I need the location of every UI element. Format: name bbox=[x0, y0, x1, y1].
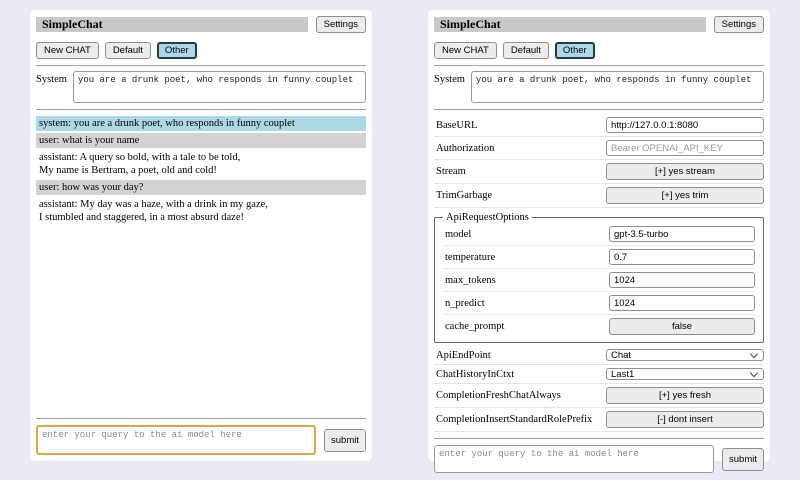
system-prompt-input[interactable]: you are a drunk poet, who responds in fu… bbox=[471, 71, 764, 103]
query-row: submit bbox=[36, 425, 366, 455]
baseurl-input[interactable] bbox=[606, 117, 764, 133]
header: SimpleChat Settings bbox=[36, 16, 366, 33]
model-input[interactable] bbox=[609, 226, 755, 242]
chevron-down-icon bbox=[750, 369, 758, 377]
divider bbox=[36, 418, 366, 419]
api-request-options-fieldset: ApiRequestOptions model temperature max_… bbox=[434, 212, 764, 343]
app-title: SimpleChat bbox=[36, 17, 308, 32]
settings-button[interactable]: Settings bbox=[316, 16, 366, 33]
setting-row-temperature: temperature bbox=[443, 246, 755, 269]
session-buttons: New CHAT Default Other bbox=[434, 42, 764, 59]
session-button-default[interactable]: Default bbox=[105, 42, 151, 59]
session-buttons: New CHAT Default Other bbox=[36, 42, 366, 59]
setting-row-completion-insert-standard-role-prefix: CompletionInsertStandardRolePrefix [-] d… bbox=[434, 408, 764, 432]
chat-message-list: system: you are a drunk poet, who respon… bbox=[36, 116, 366, 227]
max-tokens-input[interactable] bbox=[609, 272, 755, 288]
submit-button[interactable]: submit bbox=[324, 429, 366, 452]
completion-insert-role-prefix-toggle-button[interactable]: [-] dont insert bbox=[606, 411, 764, 428]
api-endpoint-selected-value: Chat bbox=[611, 350, 631, 361]
baseurl-label: BaseURL bbox=[436, 120, 477, 131]
new-chat-button[interactable]: New CHAT bbox=[434, 42, 497, 59]
setting-row-max-tokens: max_tokens bbox=[443, 269, 755, 292]
chat-panel: SimpleChat Settings New CHAT Default Oth… bbox=[30, 10, 372, 461]
setting-row-chat-history-in-ctxt: ChatHistoryInCtxt Last1 bbox=[434, 365, 764, 384]
api-endpoint-select[interactable]: Chat bbox=[606, 349, 764, 361]
settings-button[interactable]: Settings bbox=[714, 16, 764, 33]
divider bbox=[434, 65, 764, 66]
n-predict-input[interactable] bbox=[609, 295, 755, 311]
model-label: model bbox=[445, 229, 471, 240]
system-prompt-label: System bbox=[36, 74, 67, 85]
chat-message-system: system: you are a drunk poet, who respon… bbox=[36, 116, 366, 131]
system-prompt-row: System you are a drunk poet, who respond… bbox=[36, 71, 366, 103]
setting-row-completion-fresh-chat-always: CompletionFreshChatAlways [+] yes fresh bbox=[434, 384, 764, 408]
setting-row-stream: Stream [+] yes stream bbox=[434, 160, 764, 184]
completion-fresh-chat-toggle-button[interactable]: [+] yes fresh bbox=[606, 387, 764, 404]
chat-message-user: user: what is your name bbox=[36, 133, 366, 148]
settings-list: BaseURL Authorization Stream [+] yes str… bbox=[434, 114, 764, 432]
stream-toggle-button[interactable]: [+] yes stream bbox=[606, 163, 764, 180]
chat-message-assistant: assistant: A query so bold, with a tale … bbox=[36, 150, 366, 178]
chat-message-user: user: how was your day? bbox=[36, 180, 366, 195]
settings-panel: SimpleChat Settings New CHAT Default Oth… bbox=[428, 10, 770, 461]
chat-message-assistant: assistant: My day was a haze, with a dri… bbox=[36, 197, 366, 225]
divider bbox=[36, 109, 366, 110]
setting-row-trimgarbage: TrimGarbage [+] yes trim bbox=[434, 184, 764, 208]
api-endpoint-label: ApiEndPoint bbox=[436, 350, 491, 361]
setting-row-authorization: Authorization bbox=[434, 137, 764, 160]
setting-row-api-endpoint: ApiEndPoint Chat bbox=[434, 346, 764, 365]
cache-prompt-toggle-button[interactable]: false bbox=[609, 318, 755, 335]
query-row: submit bbox=[434, 445, 764, 473]
system-prompt-label: System bbox=[434, 74, 465, 85]
header: SimpleChat Settings bbox=[434, 16, 764, 33]
chat-history-selected-value: Last1 bbox=[611, 369, 634, 380]
query-input[interactable] bbox=[36, 425, 316, 455]
api-request-options-legend: ApiRequestOptions bbox=[443, 212, 532, 223]
session-button-other[interactable]: Other bbox=[555, 42, 595, 59]
divider bbox=[434, 438, 764, 439]
session-button-other[interactable]: Other bbox=[157, 42, 197, 59]
session-button-default[interactable]: Default bbox=[503, 42, 549, 59]
chevron-down-icon bbox=[750, 350, 758, 358]
stream-label: Stream bbox=[436, 166, 466, 177]
divider bbox=[36, 65, 366, 66]
completion-insert-standard-role-prefix-label: CompletionInsertStandardRolePrefix bbox=[436, 414, 592, 425]
chat-history-in-ctxt-label: ChatHistoryInCtxt bbox=[436, 369, 514, 380]
trimgarbage-toggle-button[interactable]: [+] yes trim bbox=[606, 187, 764, 204]
completion-fresh-chat-always-label: CompletionFreshChatAlways bbox=[436, 390, 561, 401]
setting-row-baseurl: BaseURL bbox=[434, 114, 764, 137]
authorization-label: Authorization bbox=[436, 143, 494, 154]
max-tokens-label: max_tokens bbox=[445, 275, 496, 286]
divider bbox=[434, 109, 764, 110]
authorization-input[interactable] bbox=[606, 140, 764, 156]
system-prompt-row: System you are a drunk poet, who respond… bbox=[434, 71, 764, 103]
query-input[interactable] bbox=[434, 445, 714, 473]
new-chat-button[interactable]: New CHAT bbox=[36, 42, 99, 59]
setting-row-n-predict: n_predict bbox=[443, 292, 755, 315]
app-title: SimpleChat bbox=[434, 17, 706, 32]
temperature-label: temperature bbox=[445, 252, 495, 263]
submit-button[interactable]: submit bbox=[722, 448, 764, 471]
n-predict-label: n_predict bbox=[445, 298, 485, 309]
trimgarbage-label: TrimGarbage bbox=[436, 190, 492, 201]
chat-history-in-ctxt-select[interactable]: Last1 bbox=[606, 368, 764, 380]
setting-row-model: model bbox=[443, 223, 755, 246]
cache-prompt-label: cache_prompt bbox=[445, 321, 504, 332]
system-prompt-input[interactable]: you are a drunk poet, who responds in fu… bbox=[73, 71, 366, 103]
setting-row-cache-prompt: cache_prompt false bbox=[443, 315, 755, 338]
temperature-input[interactable] bbox=[609, 249, 755, 265]
